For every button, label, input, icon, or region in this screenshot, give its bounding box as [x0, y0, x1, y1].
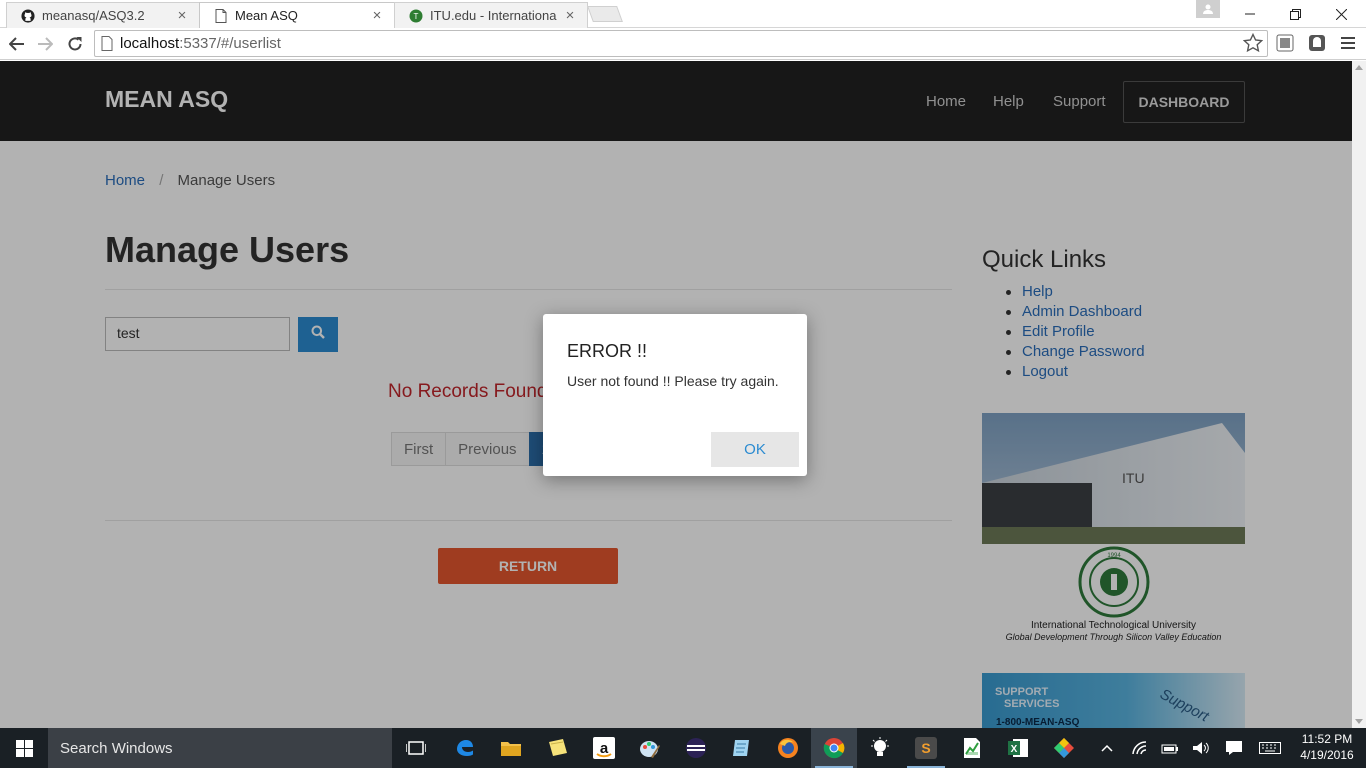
- clock-time: 11:52 PM: [1301, 732, 1353, 746]
- page-scrollbar[interactable]: [1352, 61, 1366, 728]
- sheet-chart-icon[interactable]: [949, 728, 995, 768]
- tab-title: Mean ASQ: [235, 8, 298, 23]
- scroll-down-icon[interactable]: [1355, 719, 1363, 724]
- eclipse-icon[interactable]: [673, 728, 719, 768]
- browser-menu-icon[interactable]: [1338, 33, 1358, 53]
- svg-text:X: X: [1011, 744, 1018, 755]
- new-tab-button[interactable]: [587, 6, 623, 22]
- dialog-message: User not found !! Please try again.: [567, 373, 779, 389]
- network-wifi-icon[interactable]: [1128, 728, 1152, 768]
- url-host: localhost: [120, 35, 180, 52]
- chrome-icon[interactable]: [811, 728, 857, 768]
- url-path: :5337/#/userlist: [179, 35, 281, 52]
- tray-overflow-chevron-icon[interactable]: [1096, 728, 1118, 768]
- sublime-text-icon[interactable]: S: [903, 728, 949, 768]
- taskbar-clock[interactable]: 11:52 PM 4/19/2016: [1292, 731, 1362, 763]
- extension-ghostery-icon[interactable]: [1307, 33, 1327, 53]
- svg-text:a: a: [600, 740, 609, 757]
- browser-tabstrip: meanasq/ASQ3.2 × Mean ASQ × T ITU.edu - …: [0, 0, 1366, 28]
- clock-date: 4/19/2016: [1300, 748, 1354, 762]
- profile-icon[interactable]: [1196, 0, 1220, 18]
- close-tab-icon[interactable]: ×: [175, 7, 189, 24]
- close-window-icon[interactable]: [1318, 0, 1364, 28]
- file-explorer-icon[interactable]: [488, 728, 534, 768]
- bookmark-star-icon[interactable]: [1242, 32, 1264, 58]
- page-icon: [214, 8, 228, 23]
- browser-tab-itu[interactable]: T ITU.edu - International Te ×: [394, 2, 588, 28]
- error-dialog: ERROR !! User not found !! Please try ag…: [543, 314, 807, 476]
- scroll-up-icon[interactable]: [1355, 65, 1363, 70]
- battery-icon[interactable]: [1158, 728, 1182, 768]
- task-view-icon[interactable]: [393, 728, 439, 768]
- browser-tab-mean-asq[interactable]: Mean ASQ ×: [199, 2, 395, 28]
- itu-favicon-icon: T: [409, 9, 423, 23]
- tab-title: ITU.edu - International Te: [430, 8, 557, 23]
- sticky-notes-icon[interactable]: [535, 728, 581, 768]
- tab-title: meanasq/ASQ3.2: [42, 8, 145, 23]
- taskbar-search-box[interactable]: Search Windows: [48, 728, 392, 768]
- browser-toolbar: localhost:5337/#/userlist: [0, 28, 1366, 60]
- back-arrow-icon[interactable]: [6, 33, 28, 55]
- svg-text:S: S: [921, 740, 930, 756]
- paint-icon[interactable]: [627, 728, 673, 768]
- excel-icon[interactable]: X: [995, 728, 1041, 768]
- browser-tab-github[interactable]: meanasq/ASQ3.2 ×: [6, 2, 200, 28]
- notepad-icon[interactable]: [719, 728, 765, 768]
- svg-text:T: T: [414, 12, 419, 21]
- close-tab-icon[interactable]: ×: [563, 7, 577, 24]
- github-icon: [21, 8, 35, 23]
- page-viewport: MEAN ASQ Home Help Support DASHBOARD Hom…: [0, 61, 1352, 728]
- windows-taskbar: Search Windows a S X 11:52 PM 4/19/2016: [0, 728, 1366, 768]
- taskbar-search-placeholder: Search Windows: [60, 740, 173, 757]
- address-url: localhost:5337/#/userlist: [120, 35, 281, 52]
- volume-icon[interactable]: [1189, 728, 1213, 768]
- windows-start-icon[interactable]: [0, 728, 48, 768]
- minimize-icon[interactable]: [1227, 0, 1273, 28]
- restore-icon[interactable]: [1272, 0, 1318, 28]
- dialog-title: ERROR !!: [567, 341, 648, 361]
- keyboard-icon[interactable]: [1256, 728, 1284, 768]
- action-center-icon[interactable]: [1222, 728, 1246, 768]
- dialog-ok-button[interactable]: OK: [711, 432, 799, 467]
- address-bar[interactable]: localhost:5337/#/userlist: [94, 30, 1268, 57]
- close-tab-icon[interactable]: ×: [370, 7, 384, 24]
- reload-icon[interactable]: [64, 33, 86, 55]
- amazon-icon[interactable]: a: [581, 728, 627, 768]
- tips-bulb-icon[interactable]: [857, 728, 903, 768]
- firefox-icon[interactable]: [765, 728, 811, 768]
- gem-app-icon[interactable]: [1041, 728, 1087, 768]
- extension-shield-icon[interactable]: [1275, 33, 1295, 53]
- page-info-icon[interactable]: [101, 36, 113, 56]
- forward-arrow-icon[interactable]: [34, 33, 56, 55]
- edge-browser-icon[interactable]: [442, 728, 488, 768]
